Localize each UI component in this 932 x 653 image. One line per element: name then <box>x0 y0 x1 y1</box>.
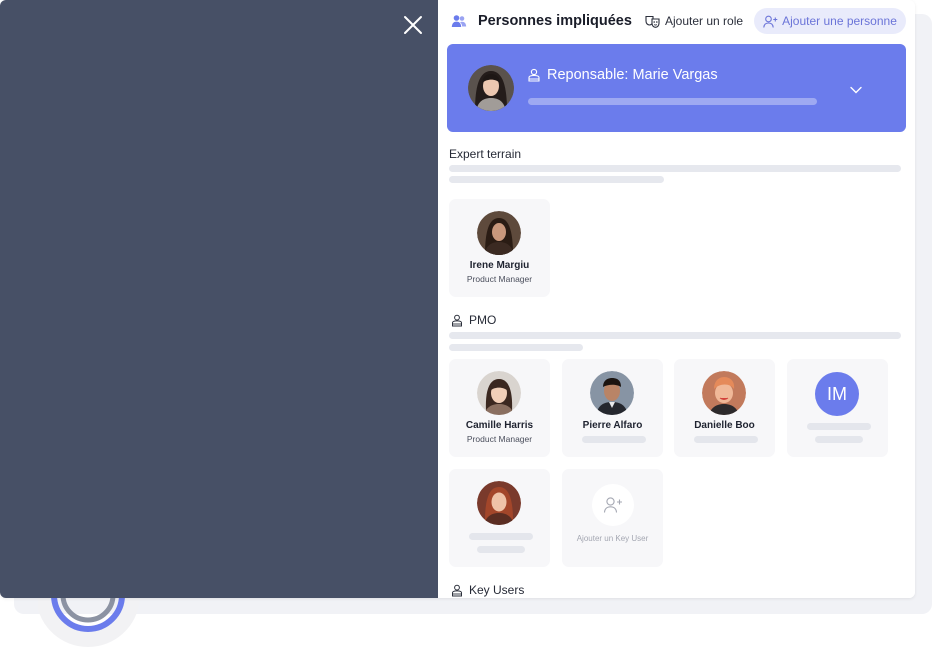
add-person-label: Ajouter une personne <box>782 14 897 28</box>
person-card[interactable]: Danielle Boo <box>674 359 775 457</box>
person-name: Danielle Boo <box>694 420 755 431</box>
placeholder-line <box>449 176 664 183</box>
user-plus-icon <box>603 497 622 513</box>
placeholder-line <box>449 165 901 172</box>
add-key-user-button[interactable]: Ajouter un Key User <box>562 469 663 567</box>
section-label: Expert terrain <box>449 147 522 161</box>
placeholder-line <box>815 436 863 443</box>
person-name: Irene Margiu <box>469 260 530 271</box>
person-name: Camille Harris <box>465 420 534 431</box>
initials-avatar: IM <box>815 372 859 416</box>
avatar <box>477 481 521 525</box>
placeholder-line <box>469 533 533 540</box>
placeholder-line <box>807 423 871 430</box>
add-user-circle <box>592 484 634 526</box>
add-role-button[interactable]: Ajouter un role <box>645 11 743 31</box>
placeholder-line <box>582 436 646 443</box>
section-label: PMO <box>469 313 497 327</box>
section-title-expert: Expert terrain <box>449 147 521 161</box>
avatar <box>468 65 514 111</box>
person-card[interactable]: IM <box>787 359 888 457</box>
person-card[interactable]: Irene Margiu Product Manager <box>449 199 550 297</box>
person-name: Pierre Alfaro <box>582 420 643 431</box>
placeholder-line <box>449 332 901 339</box>
avatar <box>702 371 746 415</box>
person-card[interactable]: Camille Harris Product Manager <box>449 359 550 457</box>
avatar <box>477 211 521 255</box>
avatar <box>590 371 634 415</box>
add-role-label: Ajouter un role <box>665 14 744 28</box>
panel-title: Personnes impliquées <box>478 13 632 29</box>
person-badge-icon <box>528 68 540 82</box>
person-badge-icon <box>452 584 462 596</box>
person-role: Product Manager <box>466 274 533 284</box>
placeholder-line <box>449 344 583 351</box>
responsible-placeholder-bar <box>528 98 817 105</box>
section-title-pmo: PMO <box>451 313 496 327</box>
masks-icon <box>645 15 660 28</box>
add-person-button[interactable]: Ajouter une personne <box>754 8 906 34</box>
chevron-down-icon[interactable] <box>848 84 864 96</box>
modal-backdrop[interactable] <box>0 0 438 598</box>
app-window: Personnes impliquées Ajouter un role Ajo… <box>0 0 915 598</box>
responsible-card[interactable]: Reponsable: Marie Vargas <box>447 44 906 132</box>
placeholder-line <box>694 436 758 443</box>
people-icon <box>451 15 467 27</box>
responsible-title: Reponsable: Marie Vargas <box>547 67 718 83</box>
user-plus-icon <box>763 15 778 28</box>
avatar <box>477 371 521 415</box>
panel-header: Personnes impliquées Ajouter un role Ajo… <box>438 0 915 44</box>
close-icon[interactable] <box>400 12 426 38</box>
section-label: Key Users <box>469 583 525 597</box>
person-role: Product Manager <box>466 434 533 444</box>
people-panel: Personnes impliquées Ajouter un role Ajo… <box>438 0 915 598</box>
person-card[interactable] <box>449 469 550 567</box>
section-title-key-users: Key Users <box>451 583 524 597</box>
placeholder-line <box>477 546 525 553</box>
add-key-user-label: Ajouter un Key User <box>576 534 649 543</box>
person-card[interactable]: Pierre Alfaro <box>562 359 663 457</box>
person-badge-icon <box>452 314 462 326</box>
